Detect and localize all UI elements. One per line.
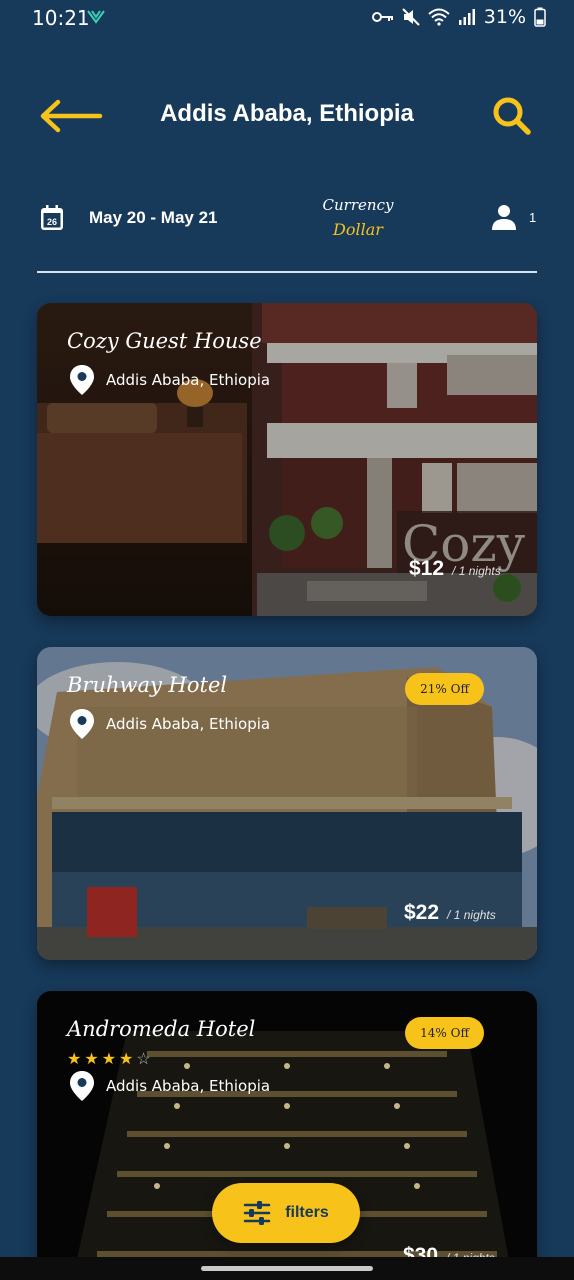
search-icon[interactable] <box>490 94 534 138</box>
location-pin-icon <box>70 365 94 395</box>
currency-label: Currency <box>322 196 394 214</box>
header: Addis Ababa, Ethiopia <box>0 88 574 144</box>
star-filled-icon: ★ <box>67 1051 82 1068</box>
signal-icon <box>458 9 475 25</box>
discount-badge: 14% Off <box>405 1017 484 1049</box>
star-empty-icon: ☆ <box>136 1051 151 1068</box>
divider <box>37 271 537 273</box>
hotel-location: Addis Ababa, Ethiopia <box>70 365 270 395</box>
status-time: 10:21 <box>32 6 90 30</box>
sliders-icon <box>243 1201 271 1225</box>
app-notification-icon <box>87 10 105 24</box>
date-range[interactable]: May 20 - May 21 <box>89 208 218 228</box>
mute-icon <box>402 8 420 26</box>
hotel-card[interactable]: Bruhway Hotel 21% Off Addis Ababa, Ethio… <box>37 647 537 960</box>
price-per-night: / 1 nights <box>447 908 496 922</box>
star-rating: ★ ★ ★ ★ ☆ <box>67 1049 151 1069</box>
location-pin-icon <box>70 1071 94 1101</box>
hotel-name: Cozy Guest House <box>67 329 262 353</box>
status-bar: 10:21 31% <box>0 0 574 36</box>
system-nav-bar <box>0 1257 574 1280</box>
star-filled-icon: ★ <box>101 1051 117 1068</box>
filters-label: filters <box>285 1204 329 1221</box>
currency-value[interactable]: Dollar <box>333 220 383 239</box>
hotel-card[interactable]: Cozy Cozy Guest House Addis Ababa, Ethio… <box>37 303 537 616</box>
guest-count: 1 <box>529 210 537 225</box>
filters-button[interactable]: filters <box>212 1183 360 1243</box>
battery-icon <box>534 7 546 27</box>
location-pin-icon <box>70 709 94 739</box>
star-filled-icon: ★ <box>84 1051 99 1068</box>
booking-info-row: 26 May 20 - May 21 Currency Dollar 1 <box>0 190 574 250</box>
hotel-name: Bruhway Hotel <box>67 673 228 697</box>
price-amount: $12 <box>409 557 445 580</box>
star-filled-icon: ★ <box>119 1051 134 1068</box>
home-indicator[interactable] <box>201 1266 373 1271</box>
hotel-location-text: Addis Ababa, Ethiopia <box>106 1077 271 1095</box>
price-amount: $22 <box>404 901 440 924</box>
hotel-location: Addis Ababa, Ethiopia <box>70 709 270 739</box>
battery-percent: 31% <box>483 6 526 28</box>
status-icons: 31% <box>371 6 546 28</box>
wifi-icon <box>428 8 450 26</box>
calendar-icon[interactable]: 26 <box>40 205 64 231</box>
hotel-location-text: Addis Ababa, Ethiopia <box>106 371 271 389</box>
page-title: Addis Ababa, Ethiopia <box>160 100 414 127</box>
key-icon <box>371 12 393 22</box>
hotel-price: $12 / 1 nights <box>409 557 501 581</box>
hotel-name: Andromeda Hotel <box>67 1017 256 1041</box>
hotel-location: Addis Ababa, Ethiopia <box>70 1071 270 1101</box>
price-per-night: / 1 nights <box>452 564 501 578</box>
person-icon[interactable] <box>492 204 516 230</box>
calendar-day: 26 <box>47 217 57 227</box>
discount-badge: 21% Off <box>405 673 484 705</box>
hotel-location-text: Addis Ababa, Ethiopia <box>106 715 271 733</box>
hotel-price: $22 / 1 nights <box>404 901 496 925</box>
